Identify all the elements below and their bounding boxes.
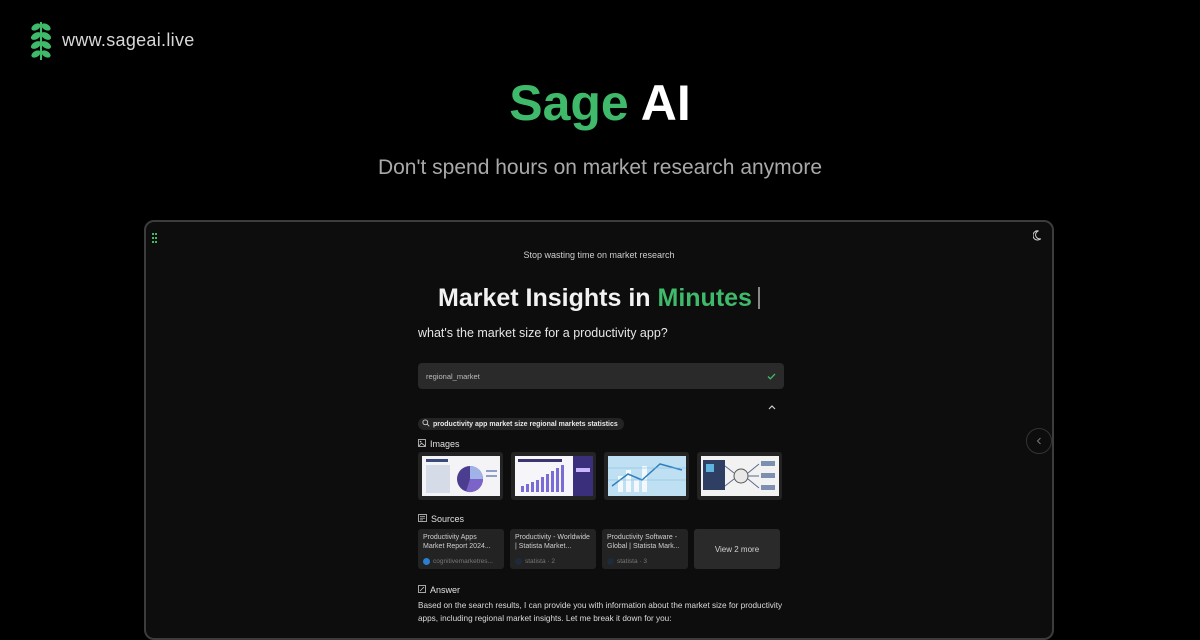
image-results [418,452,782,500]
user-query: what's the market size for a productivit… [418,326,668,340]
app-title-accent: Minutes [657,284,752,312]
chevron-left-icon[interactable] [1026,428,1052,454]
theme-toggle-icon[interactable] [1032,228,1044,246]
image-result[interactable] [697,452,782,500]
images-label: Images [430,439,460,449]
hero-title: Sage AI [0,74,1200,132]
favicon-icon [515,558,522,565]
search-query-chip: productivity app market size regional ma… [418,418,624,430]
source-domain: cognitivemarketres... [433,558,493,565]
hero-subtitle: Don't spend hours on market research any… [377,156,823,179]
check-icon [767,367,776,385]
source-meta: statista · 2 [515,558,555,565]
hero-title-accent: Sage [509,75,629,131]
collapse-toggle[interactable] [418,397,784,410]
source-meta: cognitivemarketres... [423,558,493,565]
favicon-icon [423,558,430,565]
source-domain: statista · 3 [617,558,647,565]
image-result[interactable] [511,452,596,500]
tool-call-regional-market[interactable]: regional_market [418,363,784,389]
favicon-icon [607,558,614,565]
answer-text: Based on the search results, I can provi… [418,601,783,623]
sources-icon [418,514,427,524]
app-title-main: Market Insights in [438,284,651,312]
source-list: Productivity Apps Market Report 2024... … [418,529,780,569]
chevron-up-icon[interactable] [768,397,776,415]
source-title: Productivity Apps Market Report 2024... [423,534,491,550]
typing-cursor [757,287,760,309]
source-card[interactable]: Productivity - Worldwide | Statista Mark… [510,529,596,569]
source-domain: statista · 2 [525,558,555,565]
search-icon [422,419,430,429]
image-icon [418,439,426,449]
source-title: Productivity Software - Global | Statist… [607,534,680,550]
tool-label: regional_market [426,371,480,381]
view-more-sources-button[interactable]: View 2 more [694,529,780,569]
answer-label: Answer [430,585,461,595]
sources-heading: Sources [418,514,464,524]
menu-icon[interactable] [152,230,158,248]
app-title: Market Insights in Minutes [146,284,1052,313]
answer-icon [418,585,426,595]
hero-title-rest: AI [640,75,691,131]
source-meta: statista · 3 [607,558,647,565]
site-header: www.sageai.live [30,18,195,62]
source-card[interactable]: Productivity Software - Global | Statist… [602,529,688,569]
image-result[interactable] [604,452,689,500]
answer-heading: Answer [418,585,460,595]
source-title: Productivity - Worldwide | Statista Mark… [515,534,590,550]
images-heading: Images [418,439,460,449]
source-card[interactable]: Productivity Apps Market Report 2024... … [418,529,504,569]
leaf-logo-icon [30,18,52,62]
app-tagline: Stop wasting time on market research [523,250,675,260]
sources-label: Sources [431,514,465,524]
site-url[interactable]: www.sageai.live [62,30,195,51]
search-query-text: productivity app market size regional ma… [433,420,618,428]
app-screenshot-frame: Stop wasting time on market research Mar… [144,220,1054,640]
image-result[interactable] [418,452,503,500]
